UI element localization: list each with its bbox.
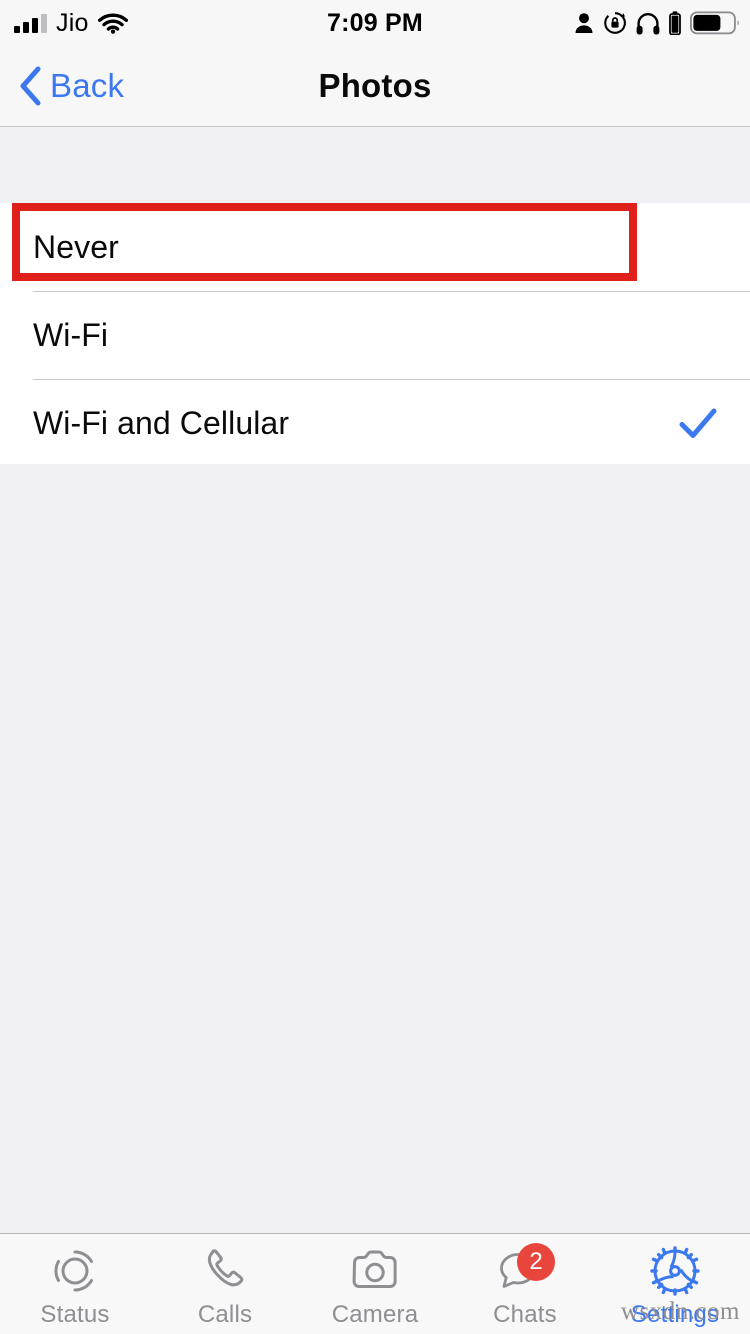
headphones-battery-icon [669, 11, 681, 35]
gear-icon [647, 1245, 703, 1297]
person-icon [574, 12, 594, 34]
phone-icon [197, 1245, 253, 1297]
list-item-label: Wi-Fi [33, 316, 109, 353]
chat-bubbles-icon: 2 [497, 1243, 555, 1297]
tab-settings[interactable]: Settings [600, 1234, 750, 1334]
rotation-lock-icon [603, 11, 627, 35]
camera-icon [347, 1245, 403, 1297]
status-rings-icon [47, 1245, 103, 1297]
list-item-label: Wi-Fi and Cellular [33, 404, 290, 441]
list-item-never[interactable]: Never [0, 203, 750, 291]
battery-icon [690, 11, 740, 35]
tab-bar: Status Calls Camera 2 Chats Settings [0, 1233, 750, 1334]
chats-badge: 2 [517, 1243, 555, 1281]
list-item-label: Never [33, 228, 119, 265]
section-spacer [0, 128, 750, 203]
navigation-bar: Back Photos [0, 46, 750, 127]
list-item-wifi-and-cellular[interactable]: Wi-Fi and Cellular [0, 379, 750, 467]
options-list: Never Wi-Fi Wi-Fi and Cellular [0, 203, 750, 468]
tab-label: Camera [331, 1301, 419, 1328]
tab-label: Chats [493, 1301, 557, 1328]
status-bar: Jio 7:09 PM [0, 0, 750, 46]
tab-chats[interactable]: 2 Chats [450, 1234, 600, 1334]
app-screen: Jio 7:09 PM Back Photos Never Wi-Fi Wi-F… [0, 0, 750, 1334]
headphones-icon [636, 12, 660, 35]
empty-content-area [0, 464, 750, 1233]
tab-camera[interactable]: Camera [300, 1234, 450, 1334]
tab-label: Calls [197, 1301, 253, 1328]
tab-label: Status [40, 1301, 110, 1328]
status-bar-right [574, 0, 740, 46]
page-title: Photos [318, 67, 432, 104]
tab-calls[interactable]: Calls [150, 1234, 300, 1334]
checkmark-icon [676, 401, 720, 445]
list-item-wifi[interactable]: Wi-Fi [0, 291, 750, 379]
tab-label: Settings [630, 1301, 720, 1328]
tab-status[interactable]: Status [0, 1234, 150, 1334]
